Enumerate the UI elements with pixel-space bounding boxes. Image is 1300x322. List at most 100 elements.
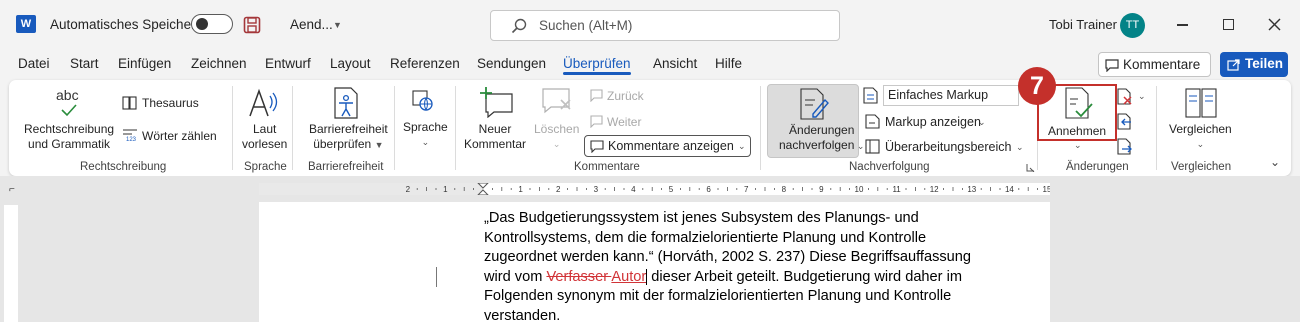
markup-mode-select[interactable]: Einfaches Markup [883,85,1019,106]
document-body[interactable]: „Das Budgetierungssystem ist jenes Subsy… [484,209,1004,322]
tab-hilfe[interactable]: Hilfe [715,56,742,71]
reject-icon[interactable] [1117,88,1133,105]
word-count-icon: 123 [123,129,137,142]
show-comments-dropdown[interactable]: Kommentare anzeigen ⌄ [584,135,751,157]
ribbon-separator [760,86,761,170]
chevron-down-icon: ⌄ [1196,139,1205,149]
chevron-down-icon: ⌄ [1016,142,1024,152]
autosave-label: Automatisches Speichern [50,17,204,32]
compare-label: Vergleichen [1169,122,1232,136]
thesaurus-icon [122,96,137,110]
share-button[interactable]: Teilen [1220,52,1288,77]
comment-icon [1105,59,1119,72]
ruler-tick-label: 10 [855,185,864,194]
spelling-label-1: Rechtschreibung [24,122,115,136]
next-change-icon[interactable] [1117,138,1133,155]
tab-datei[interactable]: Datei [18,56,50,71]
ruler-tick-label: 2 [556,185,561,194]
group-label-vergleichen: Vergleichen [1171,161,1232,173]
ruler-tick-label: 14 [1005,185,1014,194]
read-aloud-button[interactable]: Laut vorlesen [242,122,287,152]
word-logo-icon: W [16,15,36,33]
search-box[interactable]: Suchen (Alt+M) [490,10,840,41]
previous-change-icon[interactable] [1117,113,1133,130]
previous-comment-button[interactable]: Zurück [607,89,644,103]
ruler-tick-label: 15 [1043,185,1050,194]
minimize-icon[interactable] [1177,24,1188,26]
close-icon[interactable] [1268,18,1281,31]
track-changes-button[interactable]: Änderungen nachverfolgen ⌄ [767,84,864,158]
tab-einfuegen[interactable]: Einfügen [118,56,171,71]
new-comment-button[interactable]: Neuer Kommentar [464,122,526,152]
autosave-toggle[interactable] [191,14,233,34]
new-comment-label-2: Kommentar [464,137,527,151]
ruler-tick-label: 5 [669,185,674,194]
avatar[interactable]: TT [1120,13,1145,38]
maximize-icon[interactable] [1223,19,1234,30]
chevron-down-icon: ⌄ [421,137,430,147]
delete-comment-icon [542,88,571,114]
read-aloud-icon [249,88,278,117]
show-comments-label: Kommentare anzeigen [608,139,734,153]
track-changes-label-1: Änderungen [789,123,855,137]
tab-ansicht[interactable]: Ansicht [653,56,697,71]
vertical-ruler[interactable] [4,205,18,322]
read-aloud-label-2: vorlesen [242,137,288,151]
ruler-margin [259,183,483,195]
tab-sendungen[interactable]: Sendungen [477,56,546,71]
tab-entwurf[interactable]: Entwurf [265,56,311,71]
horizontal-ruler[interactable]: 2 1 1 2 3 4 5 6 7 8 9 10 11 12 13 14 15 [259,182,1052,196]
thesaurus-button[interactable]: Thesaurus [142,96,199,110]
next-comment-icon [590,115,603,128]
reviewing-pane-button[interactable]: Überarbeitungsbereich [885,140,1011,154]
comment-icon [590,140,604,153]
tab-zeichnen[interactable]: Zeichnen [191,56,247,71]
doc-line: wird vom Verfasser Autor dieser Arbeit g… [484,268,1004,288]
next-comment-button[interactable]: Weiter [607,115,641,129]
word-count-button[interactable]: Wörter zählen [142,129,217,143]
track-changes-label-2: nachverfolgen [779,138,855,152]
tab-ueberpruefen[interactable]: Überprüfen [563,56,631,75]
delete-comment-button[interactable]: Löschen ⌄ [534,122,579,152]
document-name[interactable]: Aend... [290,17,333,32]
tab-referenzen[interactable]: Referenzen [390,56,460,71]
compare-button[interactable]: Vergleichen ⌄ [1169,122,1232,152]
ribbon-separator [1156,86,1157,170]
save-icon[interactable] [243,16,261,34]
doc-text: dieser Arbeit geteilt. Budgetierung wird… [647,268,962,285]
ruler-tick-label: 6 [706,185,711,194]
group-label-aenderungen: Änderungen [1066,161,1129,173]
doc-name-chevron-icon[interactable]: ▼ [333,20,342,30]
track-changes-icon [800,88,829,120]
collapse-ribbon-icon[interactable]: ⌄ [1270,155,1280,169]
tab-layout[interactable]: Layout [330,56,371,71]
chevron-down-icon: ⌄ [854,141,865,151]
compare-icon [1185,88,1217,118]
svg-text:123: 123 [126,137,137,142]
title-bar: W Automatisches Speichern Aend... ▼ Such… [0,0,1300,50]
spelling-label-2: und Grammatik [28,137,111,151]
show-markup-button[interactable]: Markup anzeigen [885,115,981,129]
chevron-down-icon: ▼ [374,140,384,150]
ruler-ticks: 2 1 1 2 3 4 5 6 7 8 9 10 11 12 13 14 15 [259,182,1052,196]
user-name[interactable]: Tobi Trainer [1049,17,1117,32]
group-label-sprache: Sprache [244,161,287,173]
spelling-grammar-button[interactable]: Rechtschreibung und Grammatik [24,122,114,152]
dialog-launcher-icon[interactable] [1026,163,1035,172]
new-comment-label-1: Neuer [478,122,512,136]
ruler-tick-label: 4 [631,185,636,194]
comments-button[interactable]: Kommentare [1098,52,1211,77]
step-callout-badge: 7 [1018,67,1056,105]
tab-start[interactable]: Start [70,56,99,71]
word-window: W Automatisches Speichern Aend... ▼ Such… [0,0,1300,322]
accessibility-check-button[interactable]: Barrierefreiheit überprüfen ▼ [309,122,388,153]
markup-mode-icon [863,87,878,104]
ruler-tick-label: 7 [744,185,749,194]
doc-line: Kontrollsystems, dem die formalzielorien… [484,229,927,246]
language-button[interactable]: Sprache ⌄ [403,120,448,150]
doc-line: verstanden. [484,307,561,322]
doc-line: „Das Budgetierungssystem ist jenes Subsy… [484,210,919,226]
accessibility-icon [334,87,358,119]
tab-stop-selector[interactable]: ⌐ [9,184,15,195]
ruler-tick-label: 11 [892,185,901,194]
